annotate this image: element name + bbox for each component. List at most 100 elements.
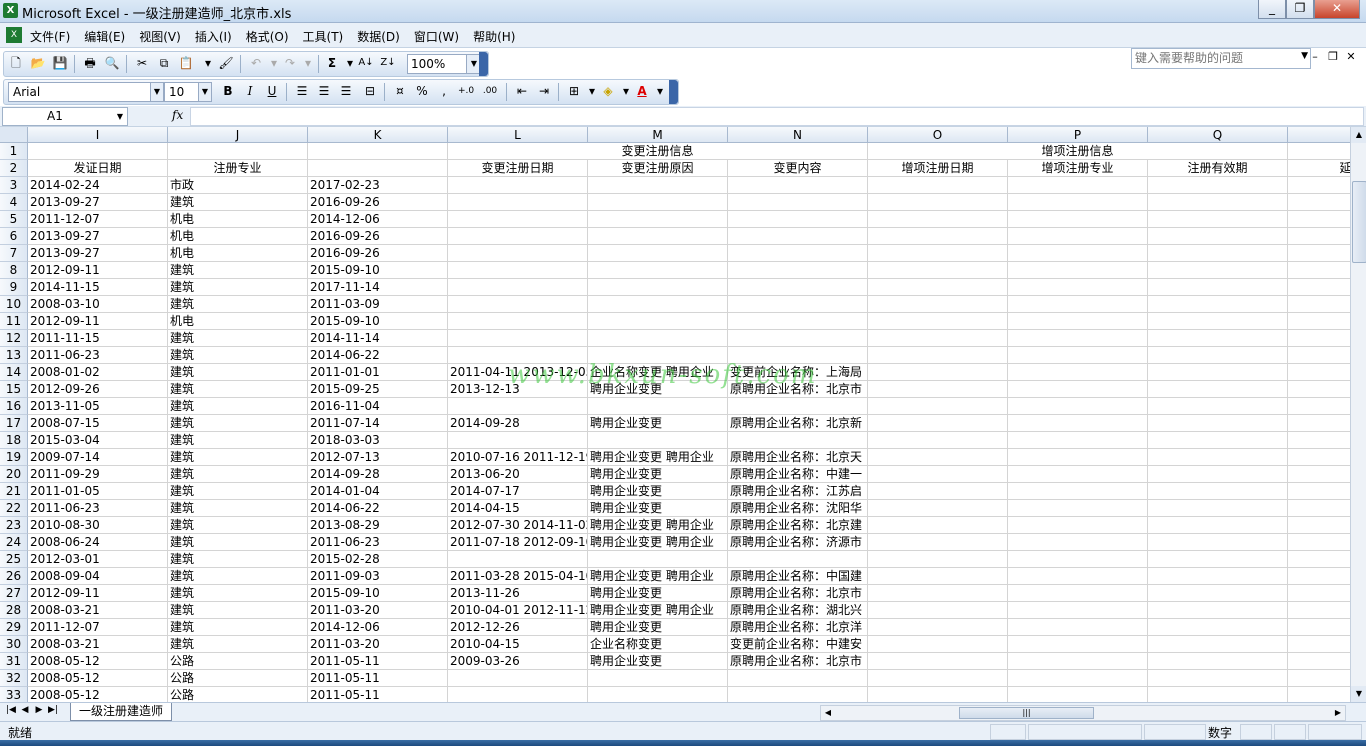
cell[interactable]: 2011-11-15	[28, 330, 167, 346]
cell[interactable]: 建筑	[168, 483, 307, 499]
row-header[interactable]: 23	[0, 517, 28, 534]
cell[interactable]: 建筑	[168, 619, 307, 635]
first-sheet-icon[interactable]: |◀	[4, 705, 18, 715]
cell[interactable]: 原聘用企业名称：湖北兴	[728, 602, 867, 618]
next-sheet-icon[interactable]: ▶	[32, 705, 46, 715]
row-header[interactable]: 12	[0, 330, 28, 347]
column-title[interactable]: 变更内容	[728, 160, 867, 176]
restore-button[interactable]: ❐	[1286, 0, 1314, 19]
redo-dropdown-icon[interactable]: ▾	[300, 55, 316, 71]
cell[interactable]: 机电	[168, 313, 307, 329]
menu-item[interactable]: 视图(V)	[139, 28, 181, 45]
row-header[interactable]: 26	[0, 568, 28, 585]
vertical-scroll-thumb[interactable]	[1352, 181, 1366, 263]
minimize-button[interactable]: _	[1258, 0, 1286, 19]
workbook-restore-button[interactable]: ❐	[1324, 50, 1342, 63]
column-header[interactable]: O	[868, 127, 1008, 143]
cell[interactable]: 2016-11-04	[308, 398, 447, 414]
cell[interactable]: 企业名称变更	[588, 636, 727, 652]
cell[interactable]: 2011-05-11	[308, 653, 447, 669]
row-header[interactable]: 21	[0, 483, 28, 500]
row-header[interactable]: 10	[0, 296, 28, 313]
scroll-up-icon[interactable]: ▲	[1351, 127, 1366, 143]
select-all-corner[interactable]	[0, 127, 28, 143]
column-header[interactable]: K	[308, 127, 448, 143]
horizontal-scroll-thumb[interactable]: |||	[959, 707, 1094, 719]
print-preview-icon[interactable]: 🔍	[104, 55, 120, 71]
cell[interactable]: 2013-11-26	[448, 585, 587, 601]
cell[interactable]: 原聘用企业名称：济源市	[728, 534, 867, 550]
cell[interactable]: 2008-03-21	[28, 636, 167, 652]
row-header[interactable]: 7	[0, 245, 28, 262]
cell[interactable]: 2016-09-26	[308, 194, 447, 210]
cell[interactable]: 2014-11-15	[28, 279, 167, 295]
cell[interactable]: 公路	[168, 687, 307, 702]
menu-item[interactable]: 工具(T)	[303, 28, 344, 45]
cell[interactable]: 2010-04-01 2012-11-12	[448, 602, 587, 618]
row-header[interactable]: 18	[0, 432, 28, 449]
cell[interactable]: 2012-07-30 2014-11-02	[448, 517, 587, 533]
scroll-down-icon[interactable]: ▼	[1351, 686, 1366, 702]
row-header[interactable]: 14	[0, 364, 28, 381]
menu-item[interactable]: 帮助(H)	[473, 28, 515, 45]
cell[interactable]: 建筑	[168, 636, 307, 652]
cell[interactable]: 原聘用企业名称：中国建	[728, 568, 867, 584]
cell[interactable]: 2008-05-12	[28, 653, 167, 669]
help-search-input[interactable]	[1132, 49, 1295, 66]
cell[interactable]: 2018-03-03	[308, 432, 447, 448]
cell[interactable]: 2012-03-01	[28, 551, 167, 567]
fill-color-icon[interactable]: ◈	[600, 83, 616, 99]
cell[interactable]: 建筑	[168, 517, 307, 533]
cell[interactable]: 建筑	[168, 551, 307, 567]
cell[interactable]: 2011-07-18 2012-09-10	[448, 534, 587, 550]
undo-icon[interactable]: ↶	[248, 55, 264, 71]
row-header[interactable]: 19	[0, 449, 28, 466]
cell[interactable]: 2011-06-23	[28, 347, 167, 363]
row-header[interactable]: 30	[0, 636, 28, 653]
menu-item[interactable]: 插入(I)	[195, 28, 232, 45]
cell[interactable]: 2016-09-26	[308, 245, 447, 261]
cell[interactable]: 聘用企业变更	[588, 585, 727, 601]
borders-dropdown-icon[interactable]: ▾	[584, 83, 600, 99]
save-icon[interactable]: 💾	[52, 55, 68, 71]
paste-icon[interactable]: 📋	[178, 55, 194, 71]
cell[interactable]: 2013-06-20	[448, 466, 587, 482]
cell[interactable]: 聘用企业变更	[588, 619, 727, 635]
cell[interactable]: 2009-07-14	[28, 449, 167, 465]
cell[interactable]: 2011-05-11	[308, 687, 447, 702]
cell[interactable]: 聘用企业变更	[588, 415, 727, 431]
cell[interactable]: 建筑	[168, 415, 307, 431]
cell[interactable]: 2011-12-07	[28, 619, 167, 635]
currency-icon[interactable]: ¤	[392, 83, 408, 99]
column-header[interactable]: R	[1288, 127, 1350, 143]
column-title[interactable]: 发证日期	[28, 160, 167, 176]
row-header[interactable]: 15	[0, 381, 28, 398]
formula-input[interactable]	[190, 107, 1364, 126]
zoom-select[interactable]: 100% ▼	[407, 54, 482, 74]
font-name-select[interactable]: Arial ▼	[8, 82, 164, 102]
row-header[interactable]: 25	[0, 551, 28, 568]
toolbar-options-icon[interactable]	[479, 52, 488, 76]
italic-icon[interactable]: I	[242, 83, 258, 99]
column-title[interactable]: 延期注	[1288, 160, 1350, 176]
cell[interactable]: 2009-03-26	[448, 653, 587, 669]
autosum-icon[interactable]: Σ	[324, 55, 340, 71]
column-header[interactable]: L	[448, 127, 588, 143]
cell[interactable]: 2008-01-02	[28, 364, 167, 380]
cell[interactable]: 建筑	[168, 466, 307, 482]
cell[interactable]: 聘用企业变更 聘用企业	[588, 568, 727, 584]
cell[interactable]: 2011-03-09	[308, 296, 447, 312]
cell[interactable]: 变更前企业名称：中建安	[728, 636, 867, 652]
row-header[interactable]: 16	[0, 398, 28, 415]
cell[interactable]: 2017-11-14	[308, 279, 447, 295]
column-header[interactable]: Q	[1148, 127, 1288, 143]
cell[interactable]: 2010-07-16 2011-12-19	[448, 449, 587, 465]
cell[interactable]: 2008-09-04	[28, 568, 167, 584]
cell[interactable]: 2011-07-14	[308, 415, 447, 431]
row-header[interactable]: 29	[0, 619, 28, 636]
cell[interactable]: 建筑	[168, 381, 307, 397]
cell[interactable]: 建筑	[168, 347, 307, 363]
cell[interactable]: 聘用企业变更 聘用企业	[588, 602, 727, 618]
scroll-right-icon[interactable]: ▶	[1331, 706, 1345, 720]
cell[interactable]: 2011-12-07	[28, 211, 167, 227]
